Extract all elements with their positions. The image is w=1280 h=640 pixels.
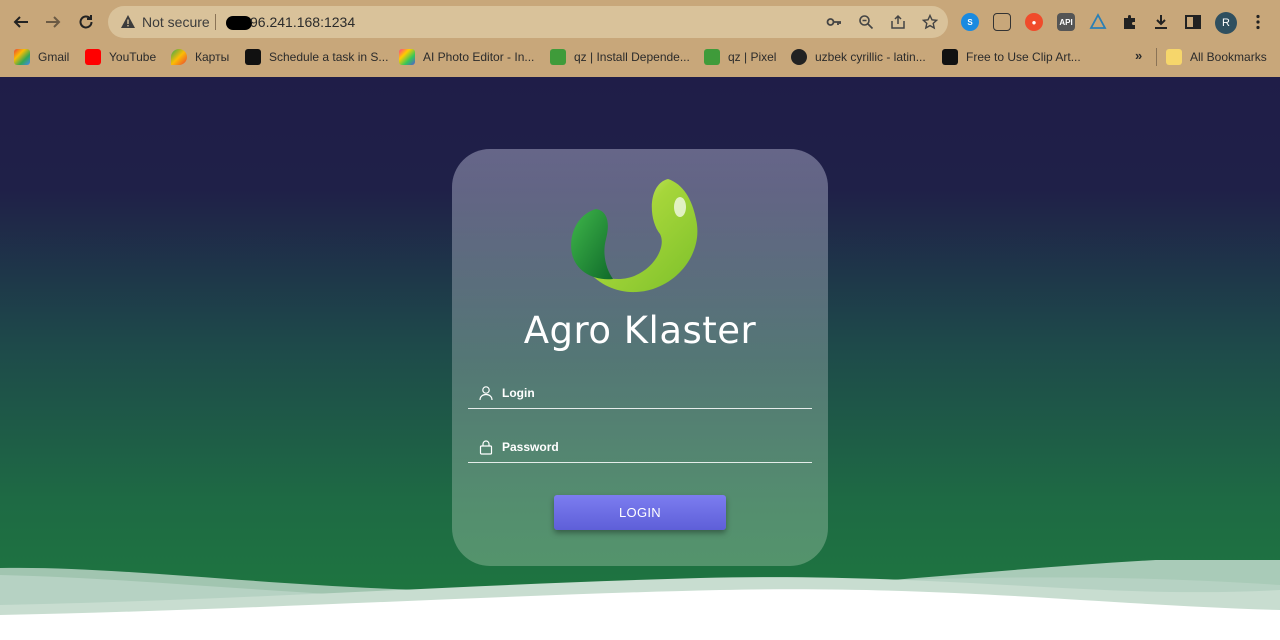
zoom-icon[interactable] (858, 14, 874, 30)
reload-icon (79, 15, 93, 29)
redaction-mark (226, 16, 252, 30)
triangle-extension-icon[interactable] (1089, 13, 1107, 31)
bookmark-uzbek[interactable]: uzbek cyrillic - latin... (791, 48, 926, 66)
shazam-extension-icon[interactable]: S (961, 13, 979, 31)
login-button[interactable]: LOGIN (554, 495, 726, 530)
password-field (468, 431, 812, 463)
omnibox-divider (215, 14, 216, 30)
globe-icon (791, 49, 807, 65)
qz-cube-icon (704, 49, 720, 65)
menu-kebab-icon[interactable] (1249, 13, 1267, 31)
bookmark-medium[interactable]: Schedule a task in S... (245, 48, 388, 66)
bookmarks-divider (1156, 48, 1157, 66)
login-input[interactable] (502, 383, 802, 403)
maps-pin-icon (171, 49, 187, 65)
qz-cube-icon (550, 49, 566, 65)
api-extension-icon[interactable]: API (1057, 13, 1075, 31)
arrow-right-icon (46, 16, 61, 28)
record-extension-icon[interactable]: ● (1025, 13, 1043, 31)
side-panel-icon[interactable] (1184, 13, 1202, 31)
forward-button[interactable] (40, 9, 66, 35)
login-page: Agro Klaster LOGIN (0, 77, 1280, 640)
folder-icon (1166, 49, 1182, 65)
user-icon (479, 386, 493, 401)
bookmark-label: Gmail (38, 50, 70, 64)
reader-extension-icon[interactable] (993, 13, 1011, 31)
url-text[interactable]: 96.241.168:1234 (250, 14, 355, 30)
profile-avatar[interactable]: R (1215, 12, 1237, 34)
all-bookmarks-folder[interactable]: All Bookmarks (1166, 48, 1267, 66)
bookmark-label: qz | Install Depende... (574, 50, 690, 64)
star-icon[interactable] (922, 14, 938, 30)
browser-chrome: Not secure 96.241.168:1234 S ● API R Gma… (0, 0, 1280, 77)
key-icon[interactable] (826, 14, 842, 30)
login-field (468, 377, 812, 409)
dots-vertical-icon (1256, 14, 1260, 30)
back-button[interactable] (8, 9, 34, 35)
address-bar[interactable]: Not secure 96.241.168:1234 (108, 6, 948, 38)
agro-klaster-logo (571, 179, 698, 293)
share-icon[interactable] (890, 14, 906, 30)
bookmark-gmail[interactable]: Gmail (14, 48, 69, 66)
bookmark-label: AI Photo Editor - In... (423, 50, 535, 64)
bookmark-label: Schedule a task in S... (269, 50, 389, 64)
photo-editor-icon (399, 49, 415, 65)
gmail-icon (14, 49, 30, 65)
triangle-icon (1089, 13, 1107, 29)
security-label[interactable]: Not secure (142, 14, 210, 30)
bookmark-qz-pixel[interactable]: qz | Pixel (704, 48, 776, 66)
brand-title: Agro Klaster (523, 309, 757, 352)
download-icon[interactable] (1152, 13, 1170, 31)
bookmark-clipart[interactable]: Free to Use Clip Art... (942, 48, 1081, 66)
medium-icon (245, 49, 261, 65)
decorative-waves (0, 560, 1280, 640)
more-bookmarks-button[interactable]: » (1135, 48, 1142, 63)
login-card: Agro Klaster LOGIN (452, 149, 828, 566)
all-bookmarks-label: All Bookmarks (1190, 50, 1267, 64)
download-arrow-icon (1155, 15, 1167, 29)
reload-button[interactable] (73, 9, 99, 35)
bookmark-label: YouTube (109, 50, 157, 64)
browser-toolbar: Not secure 96.241.168:1234 S ● API R (0, 3, 1280, 41)
bookmark-qz-install[interactable]: qz | Install Depende... (550, 48, 690, 66)
clipart-icon (942, 49, 958, 65)
bookmark-maps[interactable]: Карты (171, 48, 229, 66)
lock-icon (479, 440, 493, 455)
bookmark-ai-photo[interactable]: AI Photo Editor - In... (399, 48, 534, 66)
bookmark-label: qz | Pixel (728, 50, 777, 64)
arrow-left-icon (13, 16, 28, 28)
extensions-puzzle-icon[interactable] (1121, 13, 1139, 31)
warning-icon (121, 15, 135, 28)
bookmark-label: uzbek cyrillic - latin... (815, 50, 926, 64)
password-input[interactable] (502, 437, 802, 457)
youtube-icon (85, 49, 101, 65)
bookmark-label: Free to Use Clip Art... (966, 50, 1081, 64)
bookmark-label: Карты (195, 50, 230, 64)
puzzle-icon (1124, 15, 1135, 29)
bookmarks-bar: Gmail YouTube Карты Schedule a task in S… (0, 44, 1280, 70)
bookmark-youtube[interactable]: YouTube (85, 48, 156, 66)
panel-icon (1185, 15, 1201, 29)
